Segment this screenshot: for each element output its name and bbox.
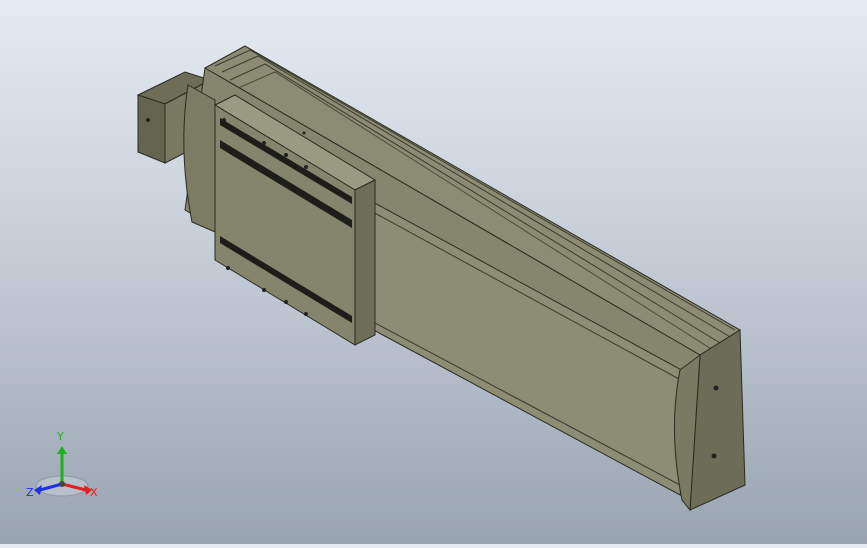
model-viewport[interactable]: Y X Z	[0, 0, 867, 544]
x-axis-label: X	[90, 486, 98, 499]
y-axis-label: Y	[57, 430, 64, 443]
coordinate-triad: Y X Z	[26, 428, 106, 508]
z-axis-label: Z	[26, 486, 34, 499]
linear-actuator-model[interactable]	[0, 0, 867, 544]
